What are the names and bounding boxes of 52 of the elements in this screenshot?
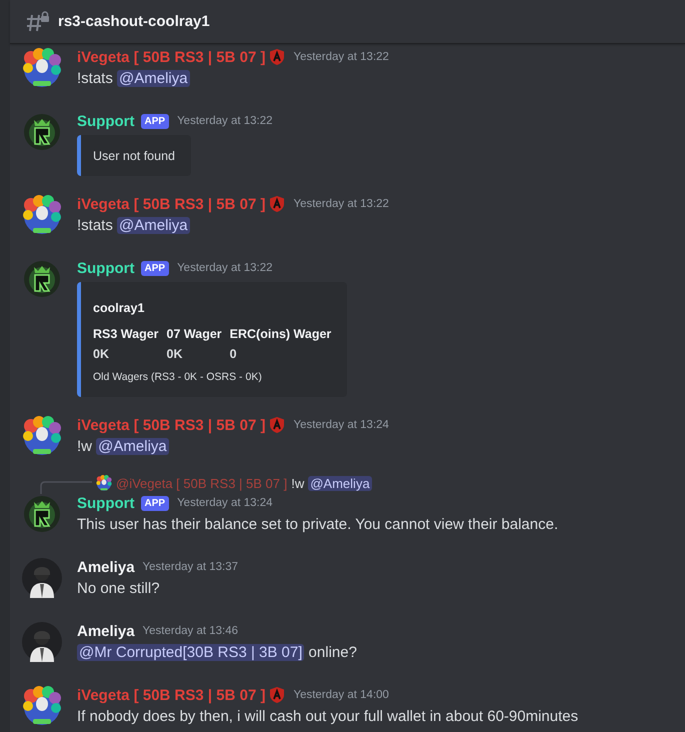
author-name[interactable]: Support [77,260,134,276]
locked-channel-icon [26,10,50,32]
timestamp: Yesterday at 13:22 [293,51,389,63]
user-avatar [22,686,62,726]
reply-text: !w [291,476,304,490]
reply-avatar [96,475,112,491]
author-name[interactable]: Ameliya [77,622,135,640]
user-avatar [22,259,62,299]
timestamp: Yesterday at 13:24 [177,497,273,509]
timestamp: Yesterday at 14:00 [293,689,389,701]
embed-footer: Old Wagers (RS3 - 0K - OSRS - 0K) [93,371,332,383]
reply-spine-icon [40,480,92,494]
message-text: No one still? [77,579,161,599]
message-text: @Mr Corrupted[30B RS3 | 3B 07] online? [77,643,357,663]
message-text: If nobody does by then, i will cash out your full wallet in about 60-90minutes [77,707,578,727]
author-name[interactable]: Ameliya [77,558,135,576]
timestamp: Yesterday at 13:24 [293,419,389,431]
timestamp: Yesterday at 13:22 [177,262,273,274]
field-value: 0 [230,347,238,361]
field-name: ERC(oins) Wager [230,327,332,341]
author-name[interactable]: Support [77,112,134,130]
timestamp: Yesterday at 13:46 [142,625,238,637]
timestamp: Yesterday at 13:22 [293,198,389,210]
user-avatar [22,622,62,662]
user-avatar [22,112,62,152]
message-text: !w @Ameliya [77,437,170,457]
app-tag: APP [140,496,170,510]
user-mention[interactable]: @Ameliya [117,70,190,87]
message-text: !stats @Ameliya [77,216,191,236]
user-avatar [22,48,62,88]
embed-title: coolray1 [93,301,146,315]
user-avatar [22,494,62,534]
field-name: RS3 Wager [93,327,159,341]
message-text: !stats @Ameliya [77,69,191,89]
app-tag: APP [140,114,170,128]
author-name[interactable]: Support [77,494,134,512]
user-avatar [22,195,62,235]
message-text: This user has their balance set to private. You cannot view their balance. [77,515,558,535]
timestamp: Yesterday at 13:37 [142,561,238,573]
channel-title: rs3-cashout-coolray1 [58,13,210,30]
app-tag: APP [140,260,170,276]
timestamp: Yesterday at 13:22 [177,115,273,127]
field-value: 0K [166,347,184,361]
user-mention[interactable]: @Ameliya [96,438,169,455]
user-avatar [22,558,62,598]
user-mention[interactable]: @Mr Corrupted[30B RS3 | 3B 07] [77,644,304,661]
user-avatar [22,416,62,456]
embed-text: User not found [93,149,175,163]
user-mention[interactable]: @Ameliya [308,476,372,490]
user-mention[interactable]: @Ameliya [117,217,190,234]
field-name: 07 Wager [166,327,222,341]
field-value: 0K [93,347,110,361]
